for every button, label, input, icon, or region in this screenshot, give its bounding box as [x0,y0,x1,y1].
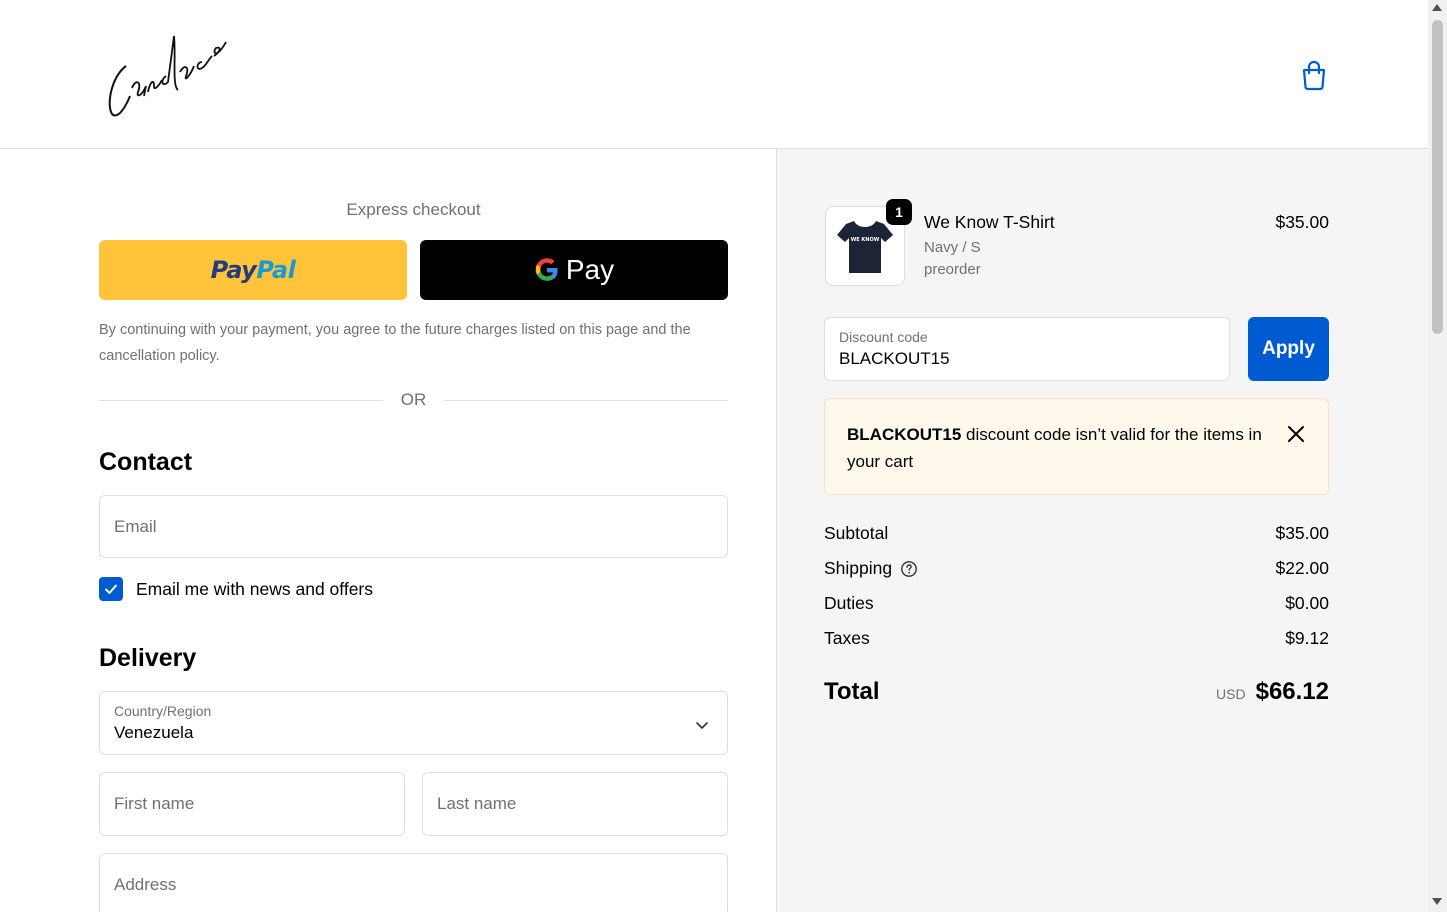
chevron-down-icon [696,722,708,729]
or-divider: OR [99,388,728,412]
scroll-down-arrow-icon[interactable] [1432,898,1442,905]
last-name-field[interactable] [422,772,728,836]
first-name-field[interactable] [99,772,405,836]
last-name-input[interactable] [423,773,727,835]
help-icon[interactable] [900,560,918,578]
express-checkout-title: Express checkout [346,200,481,219]
header [0,0,1428,149]
checkmark-icon [105,584,117,594]
total-label: Total [824,678,880,705]
product-note: preorder [924,261,981,278]
delivery-title: Delivery [99,644,197,672]
taxes-label: Taxes [824,628,870,648]
discount-code-field[interactable]: Discount code BLACKOUT15 [824,317,1230,381]
quantity-badge: 1 [886,199,912,225]
country-select[interactable]: Country/Region Venezuela [99,691,728,755]
shipping-label-group: Shipping [824,558,918,579]
candace-logo[interactable] [104,26,234,122]
duties-value: $0.00 [1285,593,1329,613]
scrollbar-thumb[interactable] [1432,20,1443,334]
divider-line-right [444,399,728,401]
product-variant: Navy / S [924,239,981,256]
discount-error-text: BLACKOUT15 discount code isn’t valid for… [847,421,1267,475]
contact-title: Contact [99,448,193,476]
country-label: Country/Region [114,703,212,719]
shipping-label: Shipping [824,558,893,578]
newsletter-checkbox[interactable] [99,577,123,601]
or-text: OR [400,390,427,409]
first-name-input[interactable] [100,773,404,835]
product-name: We Know T-Shirt [924,212,1055,232]
total-row: Total USD $66.12 [824,678,1329,706]
close-icon[interactable] [1285,423,1307,445]
total-amount-group: USD $66.12 [1216,678,1329,706]
google-pay-label: Pay [565,254,615,285]
newsletter-label: Email me with news and offers [136,578,374,599]
apply-discount-button[interactable]: Apply [1248,317,1329,381]
taxes-row: Taxes $9.12 [824,628,1329,649]
google-g-icon [535,258,558,281]
subtotal-row: Subtotal $35.00 [824,523,1329,544]
discount-error-code: BLACKOUT15 [847,425,962,444]
paypal-logo-pay: Pay [210,256,257,284]
duties-row: Duties $0.00 [824,593,1329,614]
subtotal-label: Subtotal [824,523,889,543]
paypal-logo-pal: Pal [256,256,296,284]
scroll-up-arrow-icon[interactable] [1432,4,1442,11]
address-input[interactable] [100,854,727,912]
email-field[interactable] [99,495,728,558]
tshirt-image: WE KNOW [837,221,893,273]
google-pay-button[interactable]: Pay [420,240,728,300]
payment-legal-text: By continuing with your payment, you agr… [99,322,691,364]
newsletter-checkbox-row[interactable]: Email me with news and offers [99,577,373,601]
scrollbar[interactable] [1428,0,1447,912]
subtotal-value: $35.00 [1275,523,1329,543]
tshirt-print-text: WE KNOW [851,237,880,243]
shopping-bag-icon[interactable] [1297,58,1331,92]
product-price: $35.00 [1275,212,1329,232]
discount-code-label: Discount code [839,329,928,345]
taxes-value: $9.12 [1285,628,1329,648]
discount-code-value[interactable]: BLACKOUT15 [839,349,950,369]
shipping-row: Shipping $22.00 [824,558,1329,579]
total-value: $66.12 [1255,678,1329,705]
address-field[interactable] [99,853,728,912]
total-currency: USD [1216,686,1246,702]
divider-line-left [99,399,383,401]
discount-error-alert: BLACKOUT15 discount code isn’t valid for… [824,398,1329,495]
email-input[interactable] [100,496,727,557]
paypal-button[interactable]: PayPal [99,240,407,300]
duties-label: Duties [824,593,874,613]
paypal-logo: PayPal [211,256,296,284]
shipping-value: $22.00 [1275,558,1329,578]
country-value: Venezuela [114,723,194,742]
